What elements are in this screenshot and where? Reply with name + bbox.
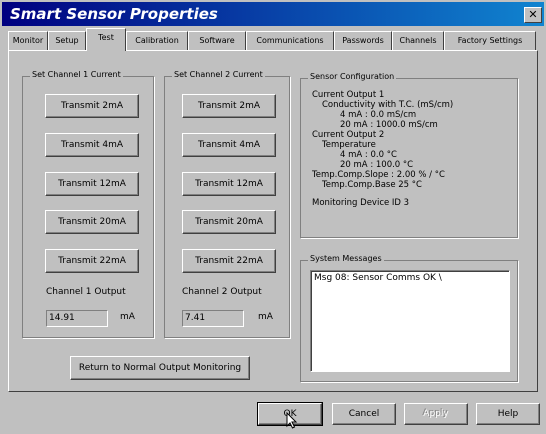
help-button[interactable]: Help	[476, 403, 540, 425]
config-line: 20 mA : 100.0 °C	[340, 160, 414, 170]
ch2-transmit-2ma-button[interactable]: Transmit 2mA	[182, 94, 276, 118]
tab-factory-settings[interactable]: Factory Settings	[444, 31, 536, 50]
title-bar: Smart Sensor Properties ✕	[2, 2, 544, 26]
tab-monitor[interactable]: Monitor	[8, 31, 48, 50]
ch1-transmit-4ma-button[interactable]: Transmit 4mA	[45, 133, 139, 157]
ch2-output-label: Channel 2 Output	[182, 287, 262, 297]
return-to-normal-monitoring-button[interactable]: Return to Normal Output Monitoring	[70, 356, 250, 380]
tab-passwords[interactable]: Passwords	[334, 31, 392, 50]
ch2-unit-label: mA	[258, 312, 273, 322]
apply-label: Apply	[423, 409, 449, 419]
ch2-transmit-12ma-button[interactable]: Transmit 12mA	[182, 172, 276, 196]
window-title: Smart Sensor Properties	[10, 5, 218, 23]
system-messages-box[interactable]: Msg 08: Sensor Comms OK \	[310, 270, 510, 372]
tab-test[interactable]: Test	[86, 28, 126, 51]
apply-button[interactable]: Apply	[404, 403, 468, 425]
sensor-config-group-title: Sensor Configuration	[308, 72, 397, 81]
tab-setup[interactable]: Setup	[48, 31, 86, 50]
ch1-unit-label: mA	[120, 312, 135, 322]
ch1-output-label: Channel 1 Output	[46, 287, 126, 297]
close-icon[interactable]: ✕	[524, 7, 542, 23]
system-messages-group-title: System Messages	[308, 254, 384, 263]
ch1-transmit-20ma-button[interactable]: Transmit 20mA	[45, 210, 139, 234]
config-line: Current Output 1	[312, 90, 385, 100]
tab-channels[interactable]: Channels	[392, 31, 444, 50]
ch2-output-field: 7.41	[182, 310, 244, 327]
mouse-cursor-icon	[286, 412, 298, 429]
ch2-transmit-20ma-button[interactable]: Transmit 20mA	[182, 210, 276, 234]
config-line: 4 mA : 0.0 °C	[340, 150, 397, 160]
config-line: Monitoring Device ID 3	[312, 198, 410, 208]
channel2-group-title: Set Channel 2 Current	[172, 70, 265, 79]
config-line: Temp.Comp.Base 25 °C	[322, 180, 422, 190]
ch2-transmit-22ma-button[interactable]: Transmit 22mA	[182, 249, 276, 273]
config-line: Current Output 2	[312, 130, 385, 140]
ch2-transmit-4ma-button[interactable]: Transmit 4mA	[182, 133, 276, 157]
tab-software[interactable]: Software	[188, 31, 246, 50]
ch1-transmit-2ma-button[interactable]: Transmit 2mA	[45, 94, 139, 118]
tab-calibration[interactable]: Calibration	[126, 31, 188, 50]
channel1-group-title: Set Channel 1 Current	[30, 70, 123, 79]
config-line: Temp.Comp.Slope : 2.00 % / °C	[312, 170, 445, 180]
ch1-transmit-12ma-button[interactable]: Transmit 12mA	[45, 172, 139, 196]
config-line: 20 mA : 1000.0 mS/cm	[340, 120, 438, 130]
ch1-output-field: 14.91	[46, 310, 108, 327]
ch1-transmit-22ma-button[interactable]: Transmit 22mA	[45, 249, 139, 273]
config-line: Conductivity with T.C. (mS/cm)	[322, 100, 454, 110]
config-line: 4 mA : 0.0 mS/cm	[340, 110, 417, 120]
config-line: Temperature	[322, 140, 376, 150]
cancel-button[interactable]: Cancel	[332, 403, 396, 425]
sensor-config-lines: Current Output 1 Conductivity with T.C. …	[312, 90, 512, 208]
tab-communications[interactable]: Communications	[246, 31, 334, 50]
